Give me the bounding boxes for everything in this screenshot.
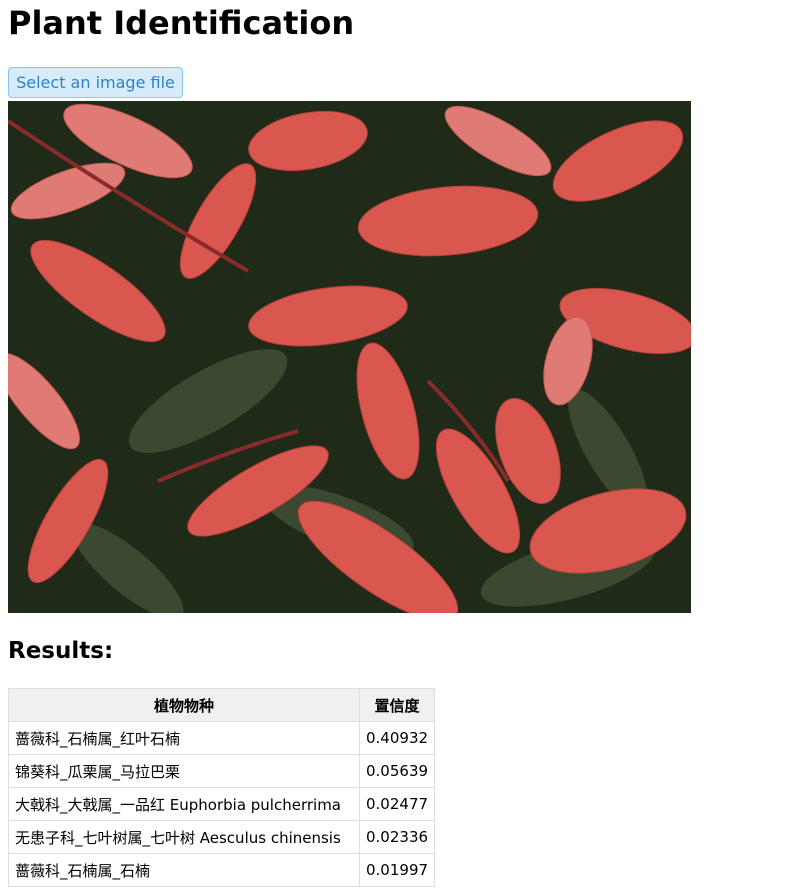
confidence-column-header: 置信度	[358, 688, 436, 722]
species-cell: 无患子科_七叶树属_七叶树 Aesculus chinensis	[8, 820, 360, 854]
table-row: 蔷薇科_石楠属_红叶石楠 0.40932	[8, 721, 436, 755]
results-heading: Results:	[8, 638, 114, 664]
species-column-header: 植物物种	[8, 688, 360, 722]
species-cell: 锦葵科_瓜栗属_马拉巴栗	[8, 754, 360, 788]
image-preview	[8, 101, 691, 613]
confidence-cell: 0.01997	[358, 853, 436, 887]
species-cell: 大戟科_大戟属_一品红 Euphorbia pulcherrima	[8, 787, 360, 821]
table-row: 大戟科_大戟属_一品红 Euphorbia pulcherrima 0.0247…	[8, 787, 436, 821]
select-image-button[interactable]: Select an image file	[8, 67, 183, 98]
species-cell: 蔷薇科_石楠属_红叶石楠	[8, 721, 360, 755]
results-table: 植物物种 置信度 蔷薇科_石楠属_红叶石楠 0.40932 锦葵科_瓜栗属_马拉…	[8, 688, 436, 887]
table-row: 锦葵科_瓜栗属_马拉巴栗 0.05639	[8, 754, 436, 788]
table-row: 无患子科_七叶树属_七叶树 Aesculus chinensis 0.02336	[8, 820, 436, 854]
table-row: 蔷薇科_石楠属_石楠 0.01997	[8, 853, 436, 887]
table-header-row: 植物物种 置信度	[8, 688, 436, 722]
confidence-cell: 0.40932	[358, 721, 436, 755]
confidence-cell: 0.02477	[358, 787, 436, 821]
page-title: Plant Identification	[8, 4, 355, 42]
leaf-photo-icon	[8, 101, 691, 613]
confidence-cell: 0.05639	[358, 754, 436, 788]
confidence-cell: 0.02336	[358, 820, 436, 854]
species-cell: 蔷薇科_石楠属_石楠	[8, 853, 360, 887]
